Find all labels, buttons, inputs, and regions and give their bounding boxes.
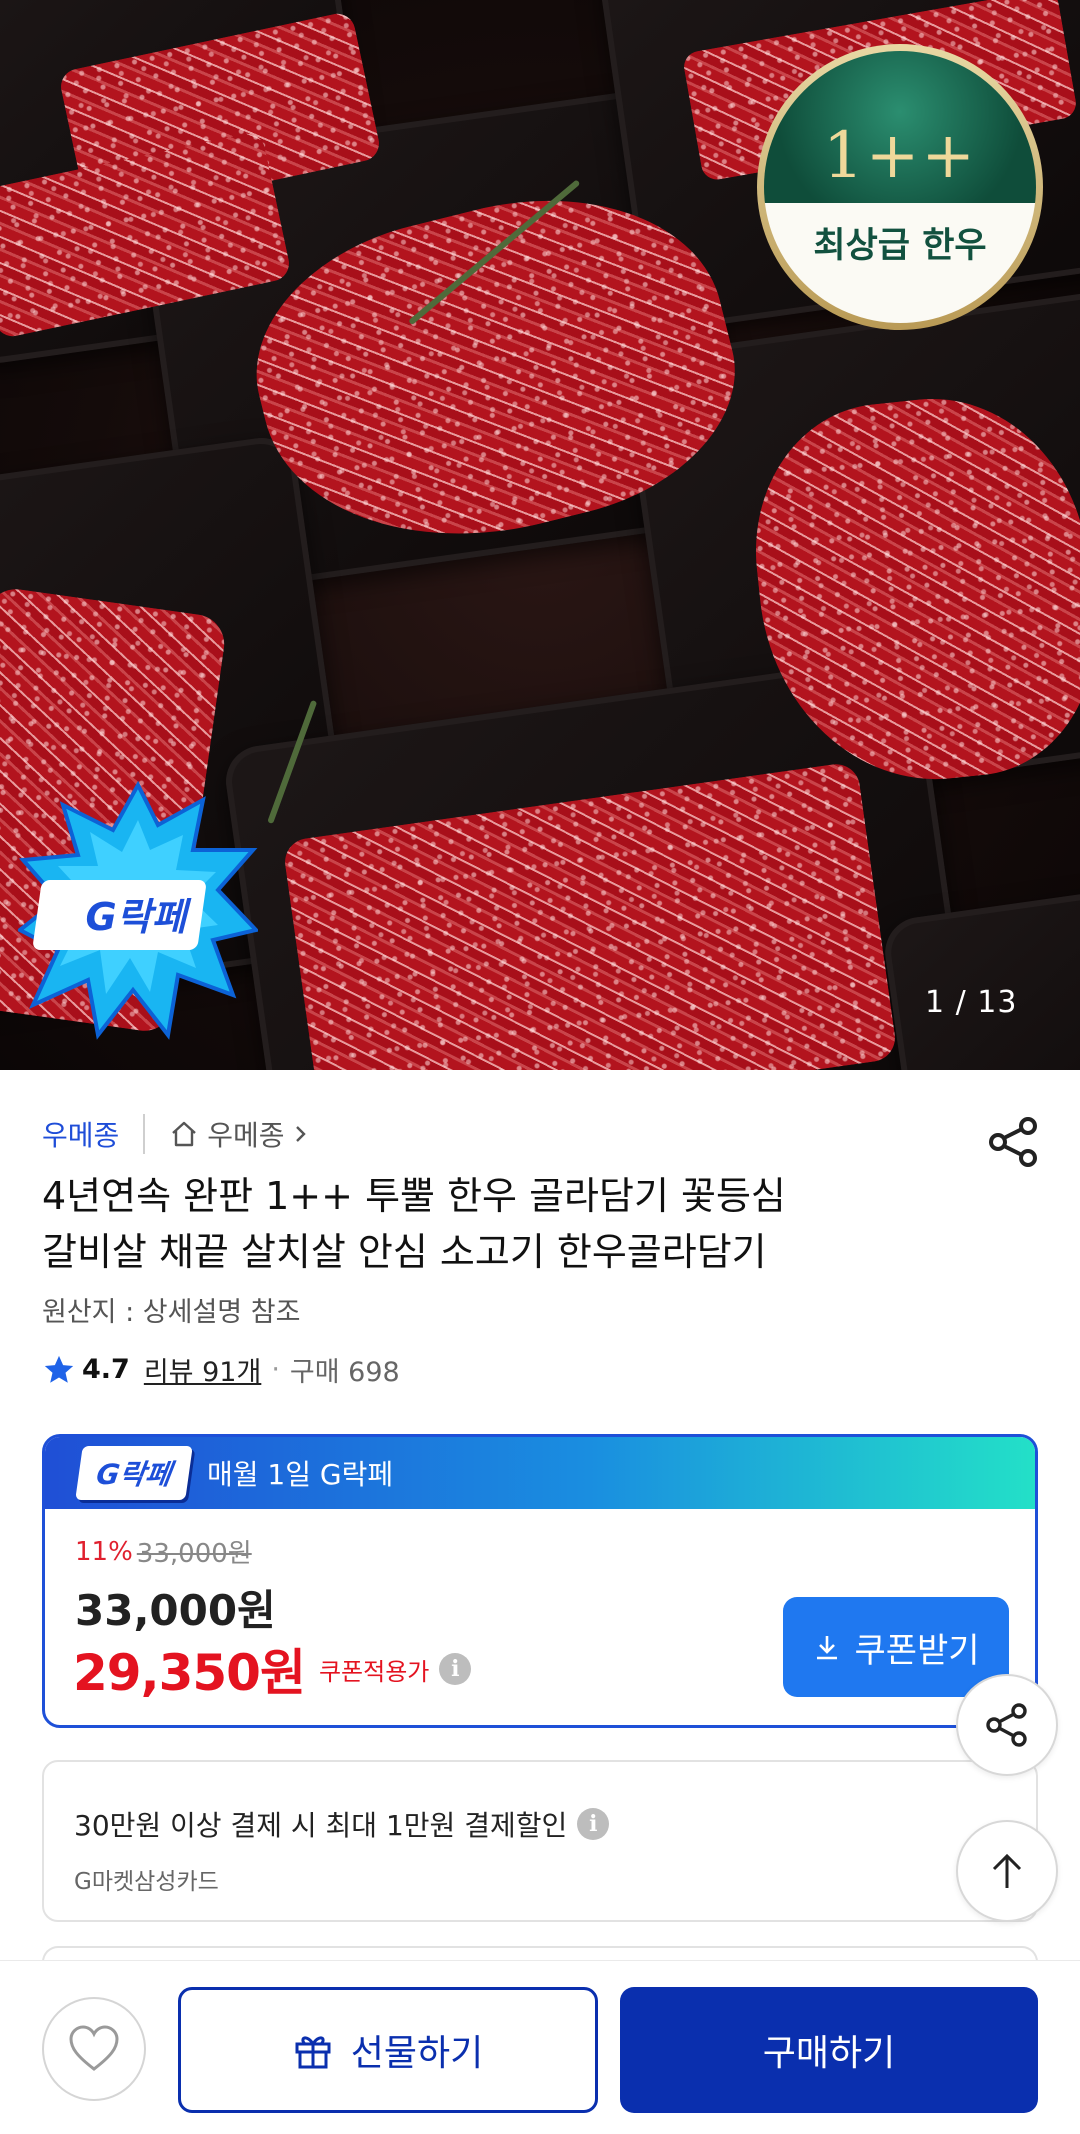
home-icon (172, 1121, 197, 1147)
sale-price: 33,000원 (75, 1586, 276, 1635)
purchase-count: 구매 698 (289, 1357, 400, 1388)
original-price: 33,000원 (136, 1539, 252, 1569)
card-discount-text: 30만원 이상 결제 시 최대 1만원 결제할인 (74, 1809, 568, 1842)
star-icon (44, 1355, 74, 1383)
coupon-price-label: 쿠폰적용가 (318, 1657, 430, 1686)
grade-badge: 1++ 최상급 한우 (757, 44, 1043, 330)
card-discount-row: 30만원 이상 결제 시 최대 1만원 결제할인 i (74, 1804, 610, 1844)
get-coupon-button[interactable]: 쿠폰받기 (783, 1597, 1009, 1697)
glakpe-burst-text: G락페 (85, 895, 191, 939)
product-title: 4년연속 완판 1++ 투뿔 한우 골라담기 꽃등심 갈비살 채끝 살치살 안심… (42, 1168, 1002, 1280)
grade-label: 최상급 한우 (813, 226, 987, 267)
product-image-carousel[interactable]: 1++ 최상급 한우 G락페 1 / 13 (0, 0, 1080, 1070)
review-count-link[interactable]: 리뷰 91개 (144, 1350, 261, 1389)
buy-button[interactable]: 구매하기 (620, 1987, 1038, 2113)
store-row: 우메종 우메종 (42, 1112, 319, 1156)
buy-button-label: 구매하기 (762, 2033, 896, 2074)
heart-icon (69, 2025, 119, 2071)
promo-banner-text: 매월 1일 G락페 (207, 1458, 394, 1491)
origin-text: 원산지 : 상세설명 참조 (42, 1297, 301, 1328)
store-home-label: 우메종 (207, 1119, 285, 1152)
card-name: G마켓삼성카드 (74, 1869, 219, 1895)
wishlist-button[interactable] (42, 1997, 146, 2101)
product-title-line: 4년연속 완판 1++ 투뿔 한우 골라담기 꽃등심 (42, 1174, 786, 1218)
info-icon[interactable]: i (439, 1653, 472, 1685)
arrow-up-icon (992, 1853, 1022, 1888)
floating-share-button[interactable] (956, 1674, 1058, 1776)
separator-dot: · (271, 1354, 280, 1385)
gift-button[interactable]: 선물하기 (178, 1987, 598, 2113)
card-discount-promo[interactable]: 30만원 이상 결제 시 최대 1만원 결제할인 i G마켓삼성카드 (42, 1760, 1038, 1922)
grade-text: 1++ (823, 119, 977, 194)
download-icon (817, 1636, 838, 1660)
gift-button-label: 선물하기 (350, 2033, 484, 2074)
discount-percent: 11% (75, 1536, 133, 1567)
share-icon (986, 1703, 1027, 1747)
discount-row: 11% 33,000원 (75, 1533, 252, 1570)
product-title-line: 갈비살 채끝 살치살 안심 소고기 한우골라담기 (42, 1230, 767, 1274)
rating-score: 4.7 (82, 1354, 130, 1385)
chevron-right-icon (295, 1126, 306, 1142)
image-counter: 1 / 13 (925, 985, 1018, 1020)
get-coupon-label: 쿠폰받기 (854, 1630, 980, 1671)
info-icon[interactable]: i (577, 1808, 610, 1840)
store-name-link[interactable]: 우메종 (42, 1114, 119, 1154)
divider (143, 1114, 146, 1154)
gift-icon (295, 2036, 331, 2069)
promo-banner: G락페 매월 1일 G락페 (45, 1437, 1035, 1509)
share-icon[interactable] (988, 1116, 1040, 1168)
glakpe-burst-badge: G락페 (18, 780, 258, 1040)
rating-row: 4.7 리뷰 91개 · 구매 698 (42, 1350, 400, 1389)
coupon-price-row: 29,350원 쿠폰적용가 i (73, 1633, 472, 1705)
price-card: G락페 매월 1일 G락페 11% 33,000원 33,000원 29,350… (42, 1434, 1038, 1728)
scroll-to-top-button[interactable] (956, 1820, 1058, 1922)
store-home-link[interactable]: 우메종 (169, 1114, 318, 1154)
glakpe-logo: G락페 (75, 1446, 193, 1500)
coupon-price: 29,350원 (73, 1644, 306, 1702)
bottom-action-bar: 선물하기 구매하기 (0, 1960, 1080, 2134)
